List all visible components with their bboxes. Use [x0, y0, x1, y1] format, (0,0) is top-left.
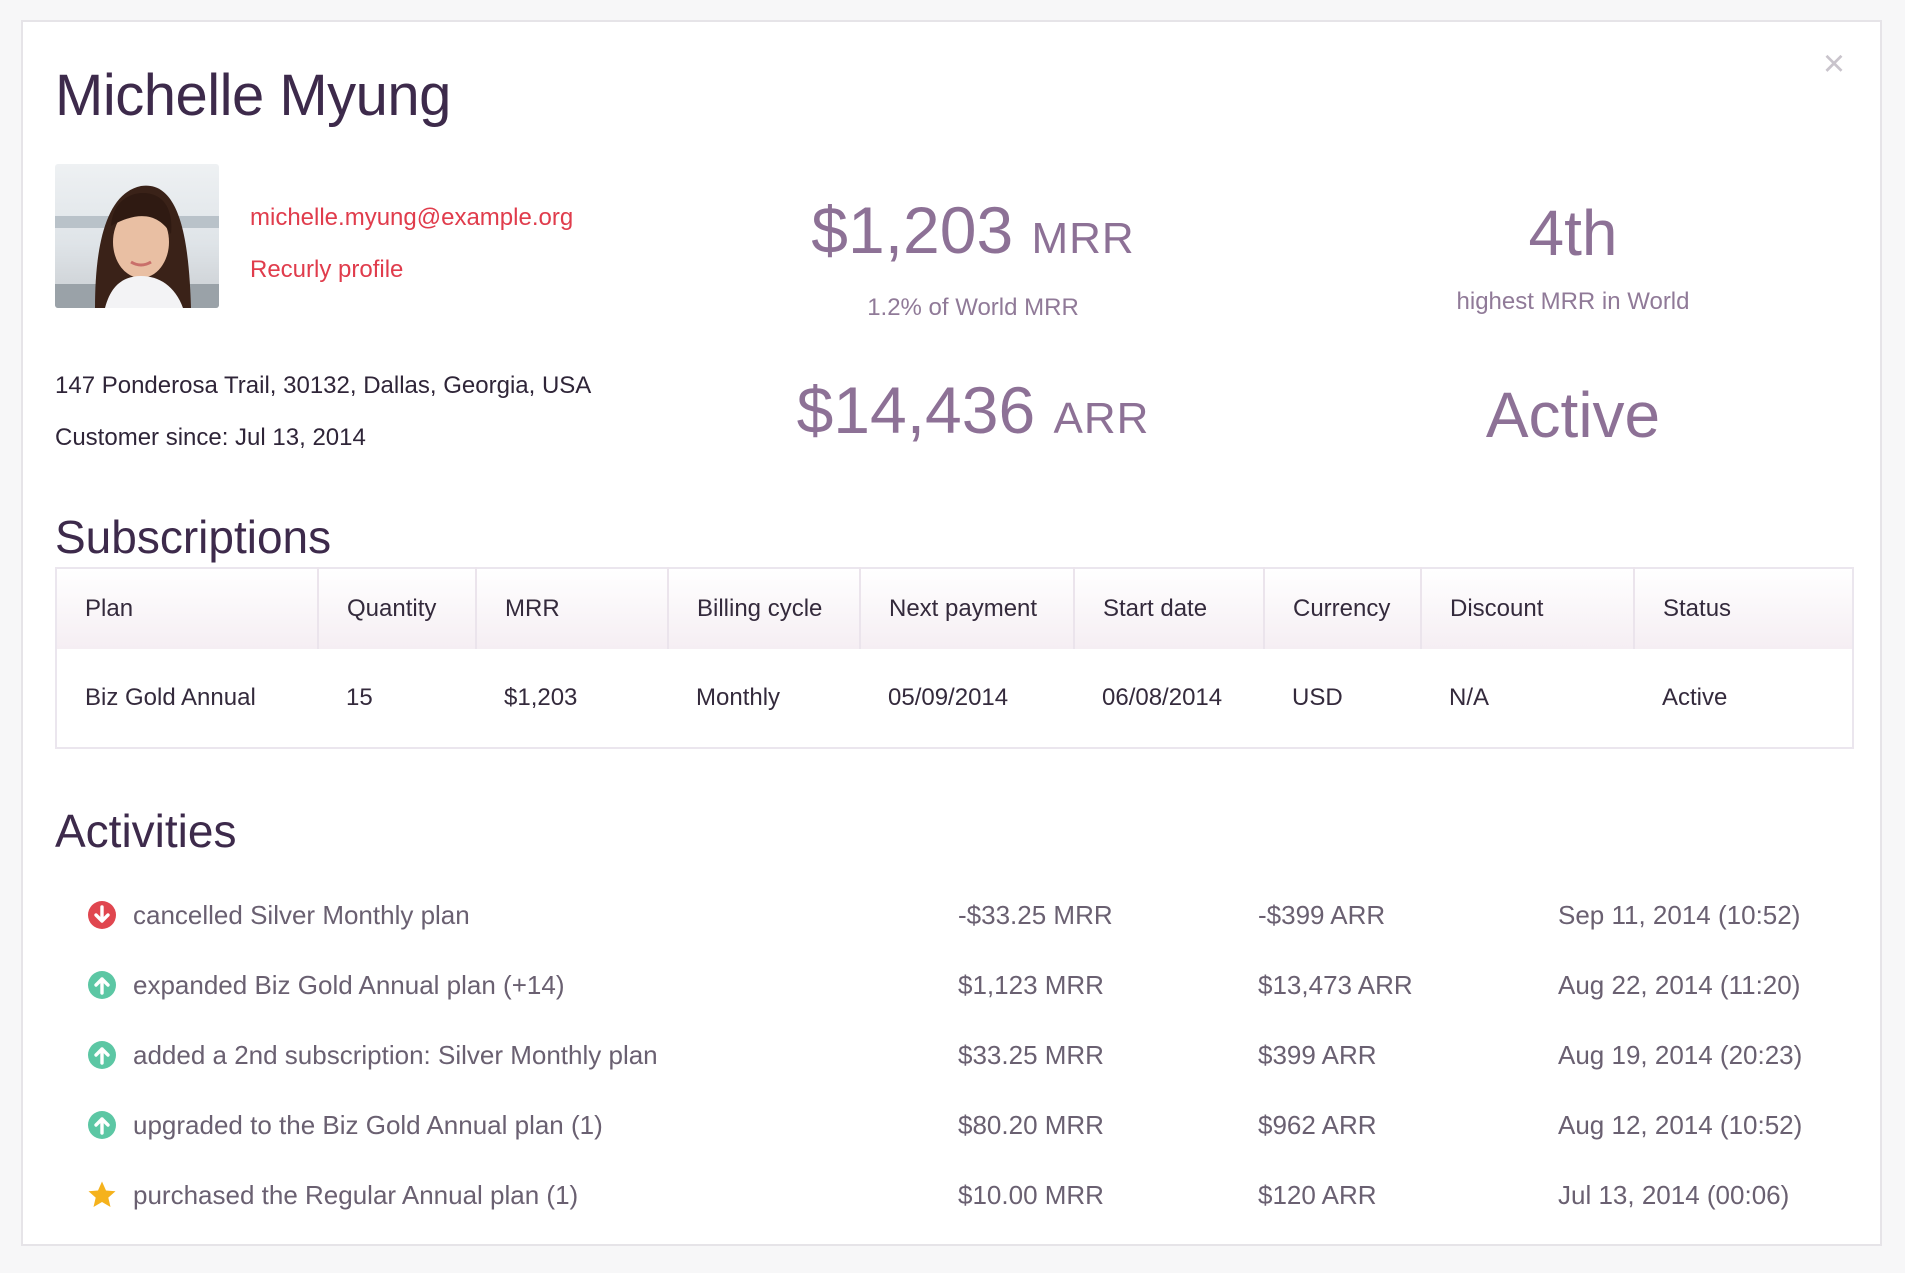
recurly-profile-link[interactable]: Recurly profile: [250, 257, 573, 283]
activity-date: Sep 11, 2014 (10:52): [1558, 900, 1800, 931]
column-header[interactable]: Currency: [1264, 568, 1421, 649]
table-header-row: Plan Quantity MRR Billing cycle Next pay…: [56, 568, 1853, 649]
list-item: upgraded to the Biz Gold Annual plan (1)…: [55, 1090, 1854, 1160]
list-item: added a 2nd subscription: Silver Monthly…: [55, 1020, 1854, 1090]
mrr-cell: $1,203: [476, 649, 668, 748]
rank-label: highest MRR in World: [1323, 288, 1823, 316]
rank-stat: 4th highest MRR in World: [1323, 200, 1823, 316]
mrr-share: 1.2% of World MRR: [723, 294, 1223, 322]
list-item: cancelled Silver Monthly plan -$33.25 MR…: [55, 880, 1854, 950]
next-payment-cell: 05/09/2014: [860, 649, 1074, 748]
mrr-unit: MRR: [1032, 214, 1135, 263]
table-row[interactable]: Biz Gold Annual 15 $1,203 Monthly 05/09/…: [56, 649, 1853, 748]
column-header[interactable]: Billing cycle: [668, 568, 860, 649]
customer-since: Customer since: Jul 13, 2014: [55, 424, 366, 452]
email-link[interactable]: michelle.myung@example.org: [250, 205, 573, 231]
currency-cell: USD: [1264, 649, 1421, 748]
column-header[interactable]: Plan: [56, 568, 318, 649]
plan-cell: Biz Gold Annual: [56, 649, 318, 748]
column-header[interactable]: Discount: [1421, 568, 1634, 649]
arr-unit: ARR: [1054, 394, 1150, 443]
customer-address: 147 Ponderosa Trail, 30132, Dallas, Geor…: [55, 372, 591, 400]
activity-mrr: $33.25 MRR: [958, 1040, 1104, 1071]
customer-name: Michelle Myung: [55, 62, 451, 129]
activity-description: cancelled Silver Monthly plan: [133, 900, 470, 931]
customer-detail-modal: × Michelle Myung michelle.myung@example.…: [21, 20, 1882, 1246]
status-value: Active: [1323, 382, 1823, 448]
activity-mrr: $1,123 MRR: [958, 970, 1104, 1001]
list-item: purchased the Regular Annual plan (1) $1…: [55, 1160, 1854, 1230]
mrr-stat: $1,203 MRR 1.2% of World MRR: [723, 197, 1223, 322]
activity-date: Aug 12, 2014 (10:52): [1558, 1110, 1802, 1141]
arr-value: $14,436: [797, 373, 1036, 447]
column-header[interactable]: Status: [1634, 568, 1853, 649]
activity-description: expanded Biz Gold Annual plan (+14): [133, 970, 564, 1001]
arr-stat: $14,436 ARR: [723, 377, 1223, 452]
mrr-value: $1,203: [811, 193, 1013, 267]
column-header[interactable]: Start date: [1074, 568, 1264, 649]
activity-arr: $962 ARR: [1258, 1110, 1377, 1141]
avatar: [55, 164, 219, 308]
activity-description: added a 2nd subscription: Silver Monthly…: [133, 1040, 658, 1071]
billing-cycle-cell: Monthly: [668, 649, 860, 748]
star-icon: [87, 1180, 117, 1210]
arrow-down-circle-icon: [87, 900, 117, 930]
activity-description: upgraded to the Biz Gold Annual plan (1): [133, 1110, 603, 1141]
activity-date: Aug 19, 2014 (20:23): [1558, 1040, 1802, 1071]
activity-mrr: -$33.25 MRR: [958, 900, 1113, 931]
arrow-up-circle-icon: [87, 1110, 117, 1140]
activity-date: Jul 13, 2014 (00:06): [1558, 1180, 1789, 1211]
activity-arr: $13,473 ARR: [1258, 970, 1413, 1001]
activity-arr: $399 ARR: [1258, 1040, 1377, 1071]
activities-list: cancelled Silver Monthly plan -$33.25 MR…: [55, 880, 1854, 1230]
column-header[interactable]: Quantity: [318, 568, 476, 649]
quantity-cell: 15: [318, 649, 476, 748]
arrow-up-circle-icon: [87, 1040, 117, 1070]
activities-title: Activities: [55, 804, 236, 858]
column-header[interactable]: MRR: [476, 568, 668, 649]
activity-mrr: $80.20 MRR: [958, 1110, 1104, 1141]
customer-links: michelle.myung@example.org Recurly profi…: [250, 205, 573, 309]
list-item: expanded Biz Gold Annual plan (+14) $1,1…: [55, 950, 1854, 1020]
subscriptions-title: Subscriptions: [55, 510, 331, 564]
activity-arr: -$399 ARR: [1258, 900, 1385, 931]
activity-date: Aug 22, 2014 (11:20): [1558, 970, 1800, 1001]
rank-value: 4th: [1323, 200, 1823, 266]
start-date-cell: 06/08/2014: [1074, 649, 1264, 748]
activity-mrr: $10.00 MRR: [958, 1180, 1104, 1211]
column-header[interactable]: Next payment: [860, 568, 1074, 649]
activity-arr: $120 ARR: [1258, 1180, 1377, 1211]
close-icon[interactable]: ×: [1818, 48, 1850, 80]
discount-cell: N/A: [1421, 649, 1634, 748]
status-cell: Active: [1634, 649, 1853, 748]
subscriptions-table: Plan Quantity MRR Billing cycle Next pay…: [55, 567, 1854, 749]
activity-description: purchased the Regular Annual plan (1): [133, 1180, 578, 1211]
arrow-up-circle-icon: [87, 970, 117, 1000]
status-stat: Active: [1323, 382, 1823, 448]
